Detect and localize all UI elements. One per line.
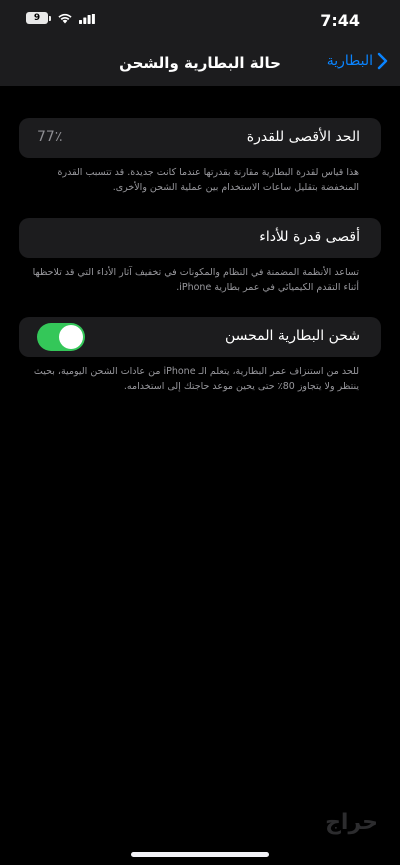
peak-performance-row: أقصى قدرة للأداء	[19, 218, 381, 258]
status-bar: 9 7:44	[0, 0, 400, 44]
battery-icon: 9	[26, 12, 51, 24]
maximum-capacity-footnote: هذا قياس لقدرة البطارية مقارنة بقدرتها ع…	[57, 167, 359, 193]
peak-performance-footnote: تساعد الأنظمة المضمنة في النظام والمكونا…	[32, 267, 359, 293]
maximum-capacity-value: 77٪	[37, 129, 63, 145]
optimized-charging-label: شحن البطارية المحسن	[224, 328, 360, 344]
watermark-logo: حراج	[325, 810, 378, 835]
status-time: 7:44	[320, 11, 360, 30]
optimized-charging-toggle[interactable]	[37, 323, 85, 351]
optimized-charging-row: شحن البطارية المحسن	[19, 317, 381, 357]
status-icons: 9	[26, 12, 95, 24]
battery-level: 9	[26, 12, 48, 24]
wifi-icon	[58, 13, 72, 24]
back-button-label: البطارية	[326, 53, 373, 69]
peak-performance-label: أقصى قدرة للأداء	[259, 229, 360, 245]
maximum-capacity-row: الحد الأقصى للقدرة 77٪	[19, 118, 381, 158]
optimized-charging-footnote: للحد من استنزاف عمر البطارية، يتعلم الـ …	[33, 366, 359, 392]
maximum-capacity-label: الحد الأقصى للقدرة	[246, 129, 360, 145]
cellular-signal-icon	[79, 12, 95, 24]
chevron-right-icon	[377, 52, 388, 70]
top-bar: 9 7:44 حالة البطارية والشحن البطارية	[0, 0, 400, 86]
home-indicator[interactable]	[131, 852, 269, 857]
back-button[interactable]: البطارية	[327, 52, 388, 70]
toggle-knob	[59, 325, 83, 349]
